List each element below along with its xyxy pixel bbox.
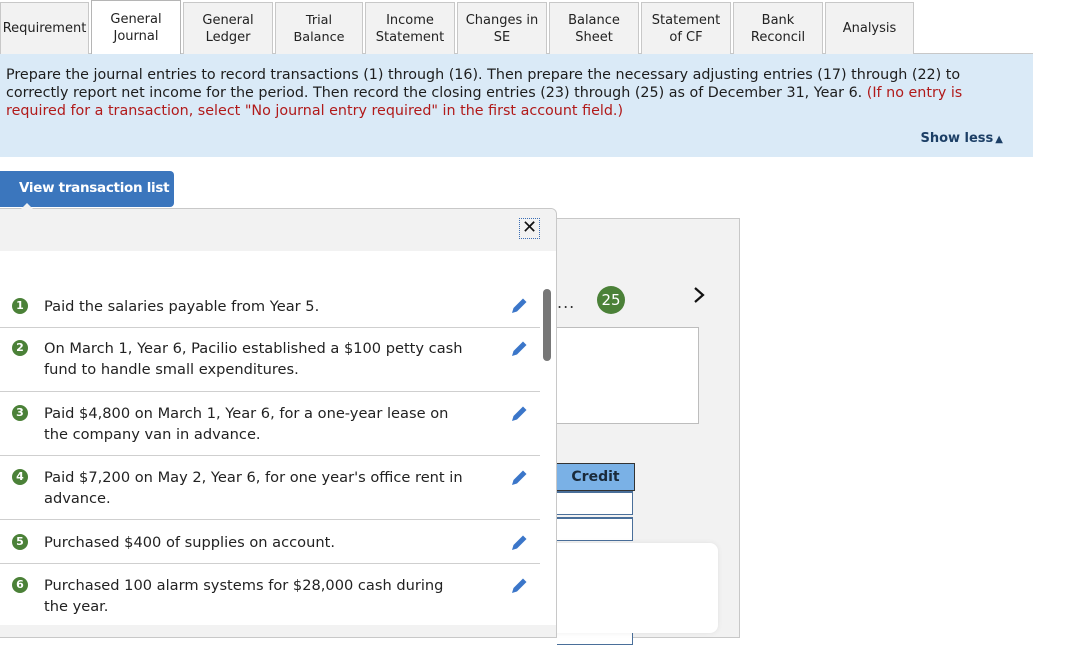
tab-bar: Requirement General Journal General Ledg… <box>0 0 916 54</box>
instructions-panel: Prepare the journal entries to record tr… <box>0 54 1033 157</box>
transaction-item[interactable]: 5 Purchased $400 of supplies on account. <box>0 520 540 564</box>
transaction-description-box <box>552 327 699 424</box>
transaction-text: Paid $7,200 on May 2, Year 6, for one ye… <box>44 469 463 507</box>
transaction-list: 1 Paid the salaries payable from Year 5.… <box>0 287 540 626</box>
transaction-item[interactable]: 1 Paid the salaries payable from Year 5. <box>0 287 540 328</box>
transaction-item[interactable]: 3 Paid $4,800 on March 1, Year 6, for a … <box>0 392 540 456</box>
pencil-icon[interactable] <box>508 295 530 317</box>
transaction-number: 3 <box>12 405 28 421</box>
pencil-icon[interactable] <box>508 467 530 489</box>
transaction-item[interactable]: 6 Purchased 100 alarm systems for $28,00… <box>0 564 540 626</box>
tab-general-journal[interactable]: General Journal <box>91 0 181 54</box>
popup-header: ✕ <box>0 209 556 251</box>
tab-analysis[interactable]: Analysis <box>825 2 914 54</box>
tab-label: Bank Reconcil <box>750 12 806 45</box>
credit-input[interactable] <box>557 491 633 515</box>
tab-statement-of-cf[interactable]: Statement of CF <box>641 2 731 54</box>
credit-column-header: Credit <box>557 463 635 491</box>
transaction-text: Paid the salaries payable from Year 5. <box>44 298 320 315</box>
tab-label: General Ledger <box>202 12 254 45</box>
pencil-icon[interactable] <box>508 338 530 360</box>
transaction-number: 2 <box>12 340 28 356</box>
transaction-number: 4 <box>12 469 28 485</box>
tab-label: General Journal <box>110 11 162 44</box>
transaction-text: Paid $4,800 on March 1, Year 6, for a on… <box>44 405 449 443</box>
tab-label: Income Statement <box>375 12 445 45</box>
transaction-number: 5 <box>12 534 28 550</box>
pencil-icon[interactable] <box>508 403 530 425</box>
transaction-number: 6 <box>12 577 28 593</box>
tab-changes-in-se[interactable]: Changes in SE <box>457 2 547 54</box>
pencil-icon[interactable] <box>508 575 530 597</box>
transaction-item[interactable]: 4 Paid $7,200 on May 2, Year 6, for one … <box>0 456 540 520</box>
show-less-link[interactable]: Show less ▲ <box>920 130 1003 149</box>
tab-label: Balance Sheet <box>568 12 620 45</box>
page-badge-25[interactable]: 25 <box>597 286 625 314</box>
triangle-up-icon: ▲ <box>995 134 1003 145</box>
popup-scrollbar[interactable] <box>543 289 551 361</box>
popup-caret <box>20 203 34 210</box>
tab-general-ledger[interactable]: General Ledger <box>183 2 273 54</box>
close-icon[interactable]: ✕ <box>519 218 540 239</box>
view-transaction-list-button[interactable]: View transaction list <box>0 171 174 207</box>
tab-balance-sheet[interactable]: Balance Sheet <box>549 2 639 54</box>
tab-trial-balance[interactable]: Trial Balance <box>275 2 363 54</box>
tab-requirement[interactable]: Requirement <box>0 2 89 54</box>
transaction-list-popup: ✕ 1 Paid the salaries payable from Year … <box>0 208 557 638</box>
instructions-text: Prepare the journal entries to record tr… <box>6 67 961 101</box>
transaction-text: Purchased $400 of supplies on account. <box>44 534 335 551</box>
transaction-text: On March 1, Year 6, Pacilio established … <box>44 340 463 378</box>
credit-input[interactable] <box>557 517 633 541</box>
transaction-number: 1 <box>12 298 28 314</box>
pencil-icon[interactable] <box>508 532 530 554</box>
transaction-text: Purchased 100 alarm systems for $28,000 … <box>44 577 444 615</box>
transaction-item[interactable]: 2 On March 1, Year 6, Pacilio establishe… <box>0 328 540 392</box>
tab-label: Changes in SE <box>465 12 539 45</box>
tab-income-statement[interactable]: Income Statement <box>365 2 455 54</box>
pagination-ellipsis: ... <box>557 293 576 312</box>
show-less-label: Show less <box>920 131 994 146</box>
tab-label: Statement of CF <box>651 12 721 45</box>
tab-bank-reconcil[interactable]: Bank Reconcil <box>733 2 823 54</box>
chevron-right-icon[interactable] <box>692 285 706 311</box>
